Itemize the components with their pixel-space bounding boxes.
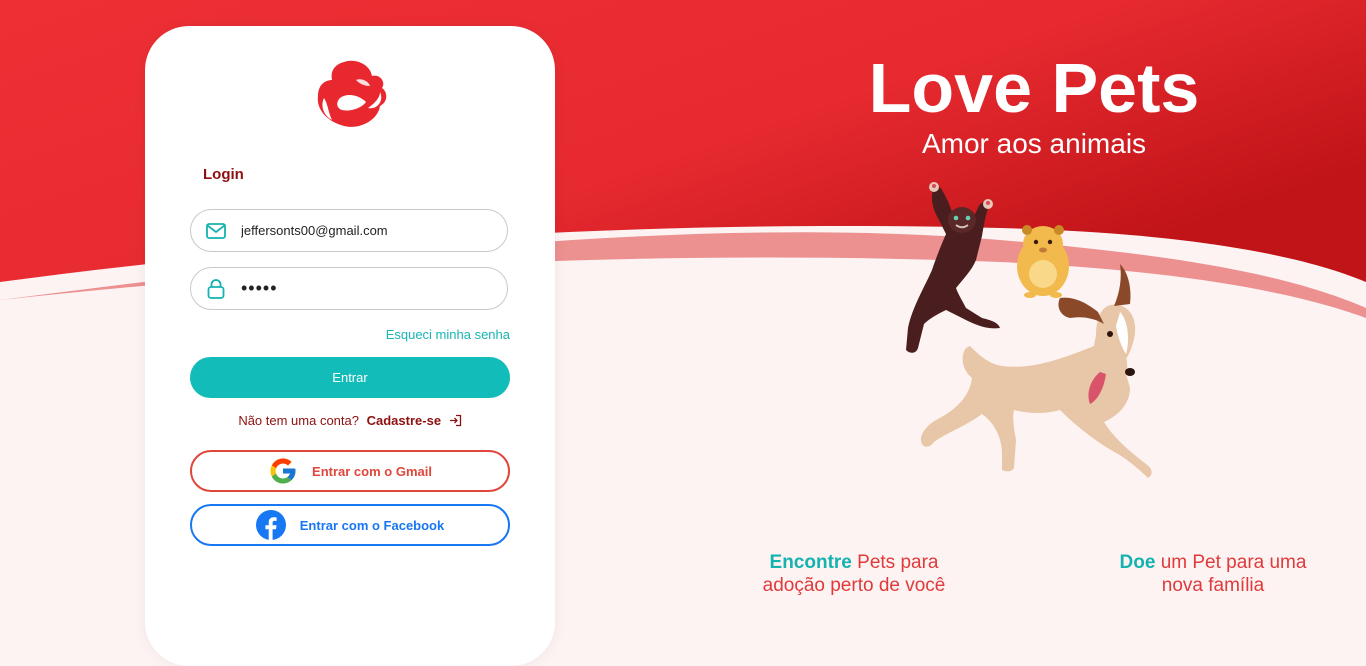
love-pets-logo xyxy=(317,60,387,127)
hero-subtitle: Amor aos animais xyxy=(921,128,1147,159)
hamster-illustration xyxy=(1017,225,1069,298)
tagline-find-line1: Pets para xyxy=(851,552,939,573)
signup-row: Não tem uma conta? Cadastre-se xyxy=(145,413,555,430)
email-input[interactable] xyxy=(239,222,483,239)
google-icon xyxy=(268,456,298,486)
facebook-login-label: Entrar com o Facebook xyxy=(299,517,445,533)
sign-in-icon[interactable] xyxy=(449,414,462,430)
lock-icon xyxy=(205,278,227,300)
cat-illustration xyxy=(906,182,1000,353)
mail-icon xyxy=(205,220,227,242)
tagline-donate-line2: nova família xyxy=(1161,575,1265,596)
tagline-donate: Doe um Pet para uma nova família xyxy=(1098,551,1328,597)
email-field[interactable] xyxy=(190,209,508,252)
login-card: Login Esqueci minha senha Entrar Não tem… xyxy=(145,26,555,666)
login-button[interactable]: Entrar xyxy=(190,357,510,398)
password-field[interactable] xyxy=(190,267,508,310)
pets-illustration xyxy=(906,182,1152,478)
login-heading: Login xyxy=(203,166,244,183)
signup-link[interactable]: Cadastre-se xyxy=(367,413,441,428)
facebook-login-button[interactable]: Entrar com o Facebook xyxy=(190,504,510,546)
facebook-icon xyxy=(255,510,286,540)
signup-prompt: Não tem uma conta? xyxy=(238,413,359,428)
tagline-donate-highlight: Doe xyxy=(1119,552,1156,573)
password-input[interactable] xyxy=(239,277,483,300)
forgot-password-link[interactable]: Esqueci minha senha xyxy=(386,327,510,342)
gmail-login-button[interactable]: Entrar com o Gmail xyxy=(190,450,510,492)
tagline-find-line2: adoção perto de você xyxy=(762,575,946,596)
tagline-find: Encontre Pets para adoção perto de você xyxy=(738,551,970,597)
hero-title: Love Pets xyxy=(868,49,1200,127)
gmail-login-label: Entrar com o Gmail xyxy=(312,463,432,479)
tagline-donate-line1: um Pet para uma xyxy=(1155,552,1307,573)
tagline-find-highlight: Encontre xyxy=(769,552,852,573)
